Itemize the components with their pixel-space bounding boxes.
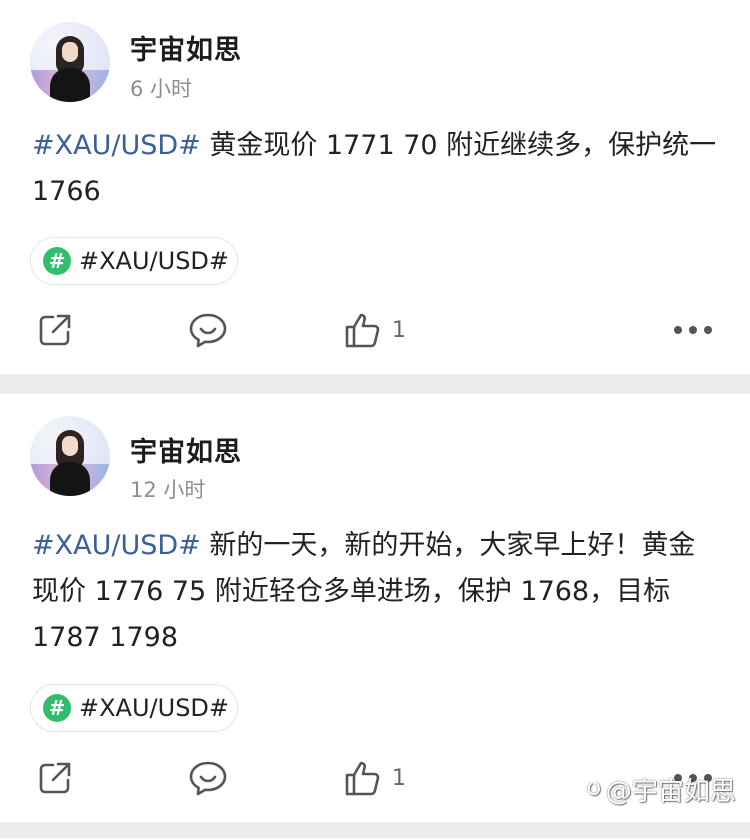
avatar[interactable] <box>30 416 110 496</box>
hashtag-icon: # <box>43 247 71 275</box>
watermark: ᨷ @宇宙如思 <box>586 770 736 808</box>
comment-button[interactable] <box>188 310 228 350</box>
action-bar: 1 <box>0 310 750 350</box>
post-time: 12 小时 <box>130 478 206 502</box>
post-divider <box>0 822 750 838</box>
post-card: 宇宙如思 6 小时 #XAU/USD# 黄金现价 1771 70 附近继续多，保… <box>0 0 750 374</box>
watermark-text: @宇宙如思 <box>605 776 736 807</box>
hashtag-link[interactable]: #XAU/USD# <box>32 130 201 161</box>
post-content: #XAU/USD# 新的一天，新的开始，大家早上好！黄金现价 1776 75 附… <box>32 523 720 661</box>
more-icon <box>674 326 712 334</box>
author-name[interactable]: 宇宙如思 <box>130 430 242 469</box>
topic-label: #XAU/USD# <box>79 694 230 722</box>
author-name[interactable]: 宇宙如思 <box>130 28 242 67</box>
like-count: 1 <box>392 317 406 343</box>
comment-icon <box>189 313 227 348</box>
hashtag-link[interactable]: #XAU/USD# <box>32 530 201 561</box>
feed: 宇宙如思 6 小时 #XAU/USD# 黄金现价 1771 70 附近继续多，保… <box>0 0 750 840</box>
like-button[interactable]: 1 <box>344 310 406 350</box>
thumbs-up-icon <box>345 313 380 348</box>
share-button[interactable] <box>36 758 74 798</box>
post-content: #XAU/USD# 黄金现价 1771 70 附近继续多，保护统一1766 <box>32 123 720 215</box>
share-button[interactable] <box>36 310 74 350</box>
comment-icon <box>189 761 227 796</box>
topic-label: #XAU/USD# <box>79 247 230 275</box>
post-time: 6 小时 <box>130 77 193 101</box>
like-button[interactable]: 1 <box>344 758 406 798</box>
post-divider <box>0 374 750 394</box>
weibo-logo-icon: ᨷ <box>586 773 602 801</box>
share-icon <box>39 314 71 346</box>
thumbs-up-icon <box>345 761 380 796</box>
comment-button[interactable] <box>188 758 228 798</box>
share-icon <box>39 762 71 794</box>
hashtag-icon: # <box>43 694 71 722</box>
topic-chip[interactable]: # #XAU/USD# <box>30 237 238 285</box>
topic-chip[interactable]: # #XAU/USD# <box>30 684 238 732</box>
like-count: 1 <box>392 765 406 791</box>
more-button[interactable] <box>674 310 712 350</box>
avatar[interactable] <box>30 22 110 102</box>
